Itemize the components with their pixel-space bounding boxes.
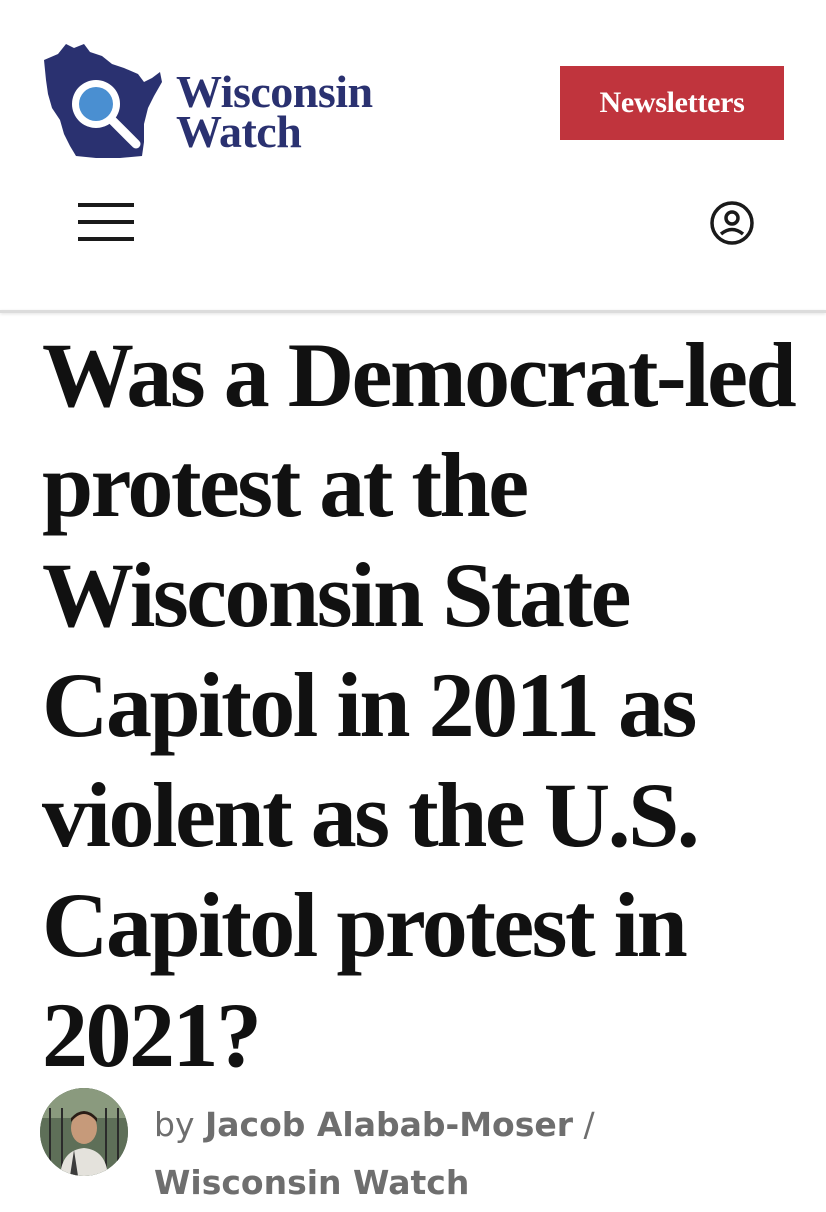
newsletters-button[interactable]: Newsletters <box>560 66 784 140</box>
byline-text: by Jacob Alabab-Moser / Wisconsin Watch <box>154 1096 595 1212</box>
article-headline: Was a Democrat-led protest at the Wiscon… <box>42 324 797 1086</box>
byline-prefix: by <box>154 1105 195 1144</box>
wisconsin-map-magnifier-icon <box>44 44 162 158</box>
brand-wordmark: Wisconsin Watch <box>176 69 373 157</box>
organization-link[interactable]: Wisconsin Watch <box>154 1163 469 1202</box>
byline-separator: / <box>583 1105 595 1144</box>
article-byline: by Jacob Alabab-Moser / Wisconsin Watch <box>40 1088 820 1202</box>
hamburger-menu-icon[interactable] <box>78 203 134 241</box>
user-account-icon[interactable] <box>708 199 756 247</box>
author-link[interactable]: Jacob Alabab-Moser <box>205 1105 573 1144</box>
header-divider <box>0 310 826 313</box>
site-header: Wisconsin Watch Newsletters <box>0 0 826 312</box>
brand-line-2: Watch <box>176 106 302 157</box>
author-avatar[interactable] <box>40 1088 128 1176</box>
site-logo[interactable]: Wisconsin Watch <box>40 38 440 168</box>
